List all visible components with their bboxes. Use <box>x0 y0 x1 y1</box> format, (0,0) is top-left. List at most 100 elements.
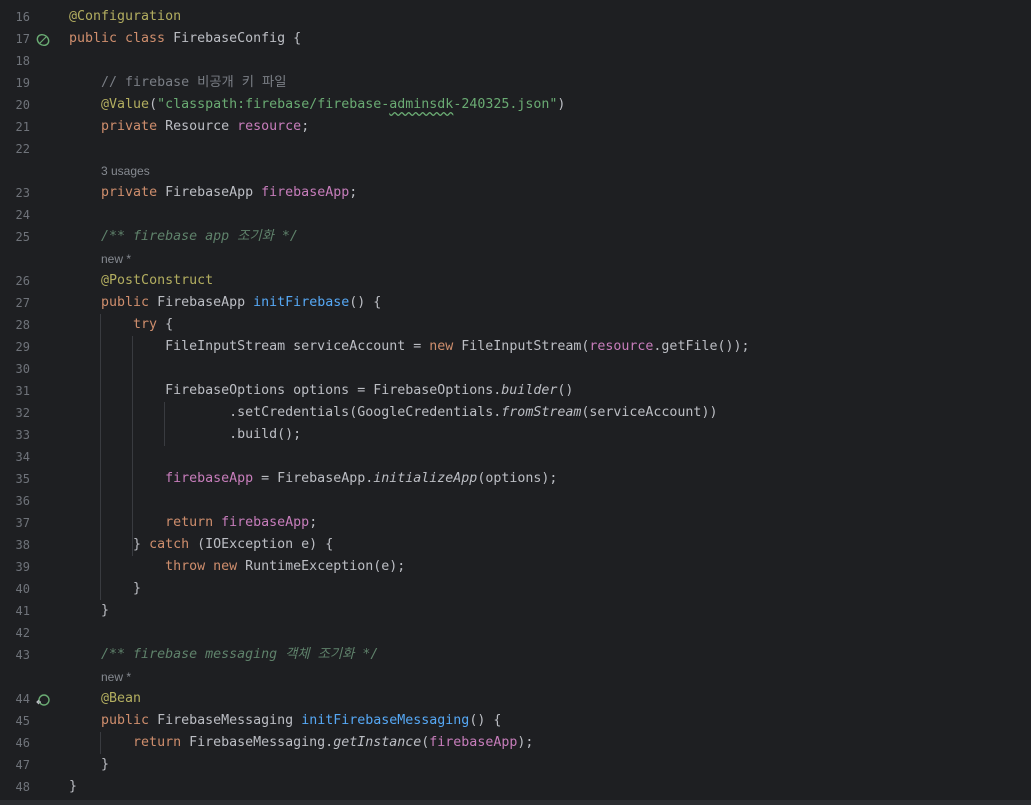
code-token: return <box>133 735 190 750</box>
line-number: 22 <box>15 142 30 156</box>
code-text: throw new RuntimeException(e); <box>69 556 405 578</box>
code-text: /** firebase app 조기화 */ <box>69 226 298 248</box>
code-token: .getFile()); <box>653 339 750 354</box>
code-line[interactable]: 41 } <box>0 600 1031 622</box>
code-line[interactable]: 29 FileInputStream serviceAccount = new … <box>0 336 1031 358</box>
line-number: 39 <box>15 560 30 574</box>
code-token: FileInputStream( <box>461 339 590 354</box>
code-editor[interactable]: 16 @Configuration 17 public class FirebaseC… <box>0 0 1031 805</box>
code-token: -240325.json" <box>453 97 558 112</box>
code-line[interactable]: 32 .setCredentials(GoogleCredentials.fro… <box>0 402 1031 424</box>
code-line[interactable]: 39 throw new RuntimeException(e); <box>0 556 1031 578</box>
code-line[interactable]: 22 <box>0 138 1031 160</box>
code-token: public class <box>69 31 174 46</box>
code-vision-hint[interactable]: new * <box>101 248 131 270</box>
code-line[interactable]: 35 firebaseApp = FirebaseApp.initializeA… <box>0 468 1031 490</box>
code-line[interactable]: 28 try { <box>0 314 1031 336</box>
code-line[interactable]: 36 <box>0 490 1031 512</box>
code-line[interactable]: 18 <box>0 50 1031 72</box>
bean-method-icon[interactable] <box>36 692 50 706</box>
code-line[interactable]: 46 return FirebaseMessaging.getInstance(… <box>0 732 1031 754</box>
code-line[interactable]: 19 // firebase 비공개 키 파일 <box>0 72 1031 94</box>
code-token: /** firebase app 조기화 */ <box>101 229 298 244</box>
code-token: "classpath:firebase/firebase- <box>157 97 390 112</box>
code-token: fromStream <box>501 405 582 420</box>
code-token: (serviceAccount)) <box>581 405 718 420</box>
code-line[interactable]: 26 @PostConstruct <box>0 270 1031 292</box>
code-line[interactable]: 47 } <box>0 754 1031 776</box>
code-line[interactable]: 48} <box>0 776 1031 798</box>
code-text: @Bean <box>69 688 141 710</box>
code-token: resource <box>237 119 302 134</box>
line-number: 31 <box>15 384 30 398</box>
code-token: (IOException e) { <box>197 537 334 552</box>
code-token: ; <box>301 119 310 134</box>
code-token: } <box>69 779 78 794</box>
code-line[interactable]: 31 FirebaseOptions options = FirebaseOpt… <box>0 380 1031 402</box>
code-text: public FirebaseApp initFirebase() { <box>69 292 381 314</box>
code-text: public FirebaseMessaging initFirebaseMes… <box>69 710 501 732</box>
code-line[interactable]: 21 private Resource resource; <box>0 116 1031 138</box>
code-line[interactable]: 43 /** firebase messaging 객체 조기화 */ <box>0 644 1031 666</box>
code-token: public <box>101 295 158 310</box>
line-number: 28 <box>15 318 30 332</box>
code-line[interactable]: 33 .build(); <box>0 424 1031 446</box>
code-token: return <box>165 515 222 530</box>
code-text: firebaseApp = FirebaseApp.initializeApp(… <box>69 468 557 490</box>
code-token: = FirebaseApp. <box>253 471 374 486</box>
code-token: FileInputStream serviceAccount = <box>69 339 430 354</box>
code-line[interactable]: 30 <box>0 358 1031 380</box>
code-token: FirebaseApp <box>157 295 254 310</box>
code-token: firebaseApp <box>221 515 310 530</box>
horizontal-scrollbar[interactable] <box>0 800 1031 805</box>
code-line[interactable]: 44 @Bean <box>0 688 1031 710</box>
code-line[interactable]: 42 <box>0 622 1031 644</box>
code-line[interactable]: 37 return firebaseApp; <box>0 512 1031 534</box>
code-line[interactable]: 16 @Configuration <box>0 6 1031 28</box>
code-line[interactable]: 17 public class FirebaseConfig { <box>0 28 1031 50</box>
code-token: initializeApp <box>373 471 478 486</box>
code-line[interactable]: 25 /** firebase app 조기화 */ <box>0 226 1031 248</box>
code-token: Resource <box>165 119 238 134</box>
code-text: @Value("classpath:firebase/firebase-admi… <box>69 94 565 116</box>
code-token: /** firebase messaging 객체 조기화 */ <box>101 647 379 662</box>
code-line[interactable]: 38 } catch (IOException e) { <box>0 534 1031 556</box>
line-number: 18 <box>15 54 30 68</box>
line-number: 34 <box>15 450 30 464</box>
bean-icon[interactable] <box>36 32 50 47</box>
code-line[interactable]: 24 <box>0 204 1031 226</box>
code-text: @PostConstruct <box>69 270 213 292</box>
code-token: initFirebaseMessaging <box>301 713 470 728</box>
line-number: 44 <box>15 692 30 706</box>
line-number: 35 <box>15 472 30 486</box>
code-token: () { <box>349 295 382 310</box>
code-token: // firebase 비공개 키 파일 <box>101 75 287 90</box>
code-token: try <box>133 317 166 332</box>
inlay-hint-row: new * <box>0 248 1031 270</box>
code-vision-hint[interactable]: 3 usages <box>101 160 150 182</box>
line-number: 21 <box>15 120 30 134</box>
code-line[interactable]: 40 } <box>0 578 1031 600</box>
code-token: { <box>165 317 174 332</box>
code-line[interactable]: 23 private FirebaseApp firebaseApp; <box>0 182 1031 204</box>
code-token: firebaseApp <box>165 471 254 486</box>
code-token: FirebaseOptions options = FirebaseOption… <box>69 383 502 398</box>
code-token: firebaseApp <box>261 185 350 200</box>
code-line[interactable]: 34 <box>0 446 1031 468</box>
code-line[interactable]: 20 @Value("classpath:firebase/firebase-a… <box>0 94 1031 116</box>
code-token: adminsdk <box>389 97 454 112</box>
code-text: try { <box>69 314 173 336</box>
code-line[interactable]: 27 public FirebaseApp initFirebase() { <box>0 292 1031 314</box>
line-number: 19 <box>15 76 30 90</box>
code-token: .build(); <box>69 427 302 442</box>
code-line[interactable]: 45 public FirebaseMessaging initFirebase… <box>0 710 1031 732</box>
code-token: ); <box>517 735 534 750</box>
line-number: 37 <box>15 516 30 530</box>
code-token: } <box>69 537 150 552</box>
code-vision-hint[interactable]: new * <box>101 666 131 688</box>
